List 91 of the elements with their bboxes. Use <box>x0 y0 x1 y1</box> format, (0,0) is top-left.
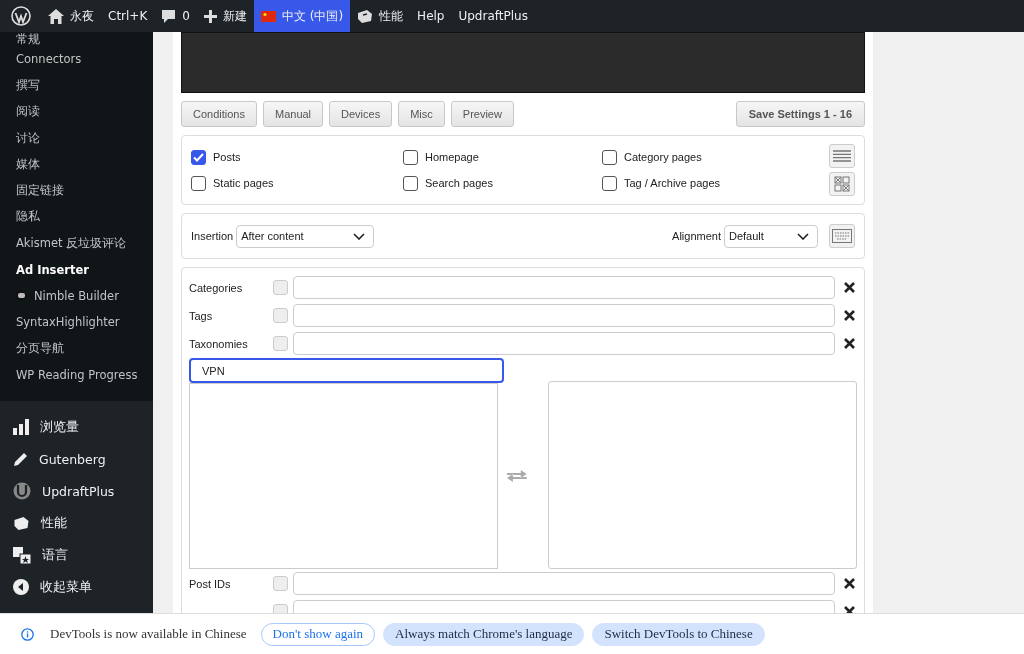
admin-bar-item[interactable]: Help <box>410 0 452 32</box>
checkbox[interactable] <box>191 149 206 165</box>
admin-bar-item[interactable]: 0 <box>154 0 197 32</box>
tab-button[interactable]: Manual <box>263 101 324 127</box>
admin-bar-item[interactable]: Ctrl+K <box>101 0 155 32</box>
close-icon[interactable] <box>844 310 855 321</box>
keyboard-icon <box>832 229 852 243</box>
submenu-item[interactable]: 固定链接 <box>0 177 153 204</box>
tab-button[interactable]: Conditions <box>181 101 257 127</box>
box-icon <box>13 515 30 531</box>
updraft-icon <box>13 482 31 500</box>
submenu-item[interactable]: 分页导航 <box>0 335 153 362</box>
admin-bar-item[interactable]: 新建 <box>196 0 254 32</box>
admin-bar-item[interactable]: UpdraftPlus <box>451 0 535 32</box>
home-icon <box>48 8 64 24</box>
grid-icon <box>834 176 850 192</box>
checkbox[interactable] <box>403 175 418 191</box>
close-icon[interactable] <box>844 282 855 293</box>
checkbox-label: Posts <box>213 151 241 163</box>
input-field[interactable] <box>293 332 835 355</box>
submenu-item[interactable]: 常规 <box>0 32 153 46</box>
wordpress-logo-icon <box>11 6 31 26</box>
admin-bar-item[interactable]: 永夜 <box>41 0 101 32</box>
filter-label: Categories <box>189 281 244 294</box>
submenu-item[interactable]: WP Reading Progress <box>0 361 153 388</box>
submenu-item[interactable]: Connectors <box>0 46 153 73</box>
collapse-icon <box>13 579 29 595</box>
search-field[interactable]: VPN <box>189 358 504 383</box>
submenu-item[interactable]: Ad Inserter <box>0 256 153 283</box>
translate-icon <box>13 546 31 564</box>
submenu-item[interactable]: 隐私 <box>0 203 153 231</box>
filter-label: Taxonomies <box>189 337 249 350</box>
checkbox[interactable] <box>602 149 617 165</box>
alignment-dropdown[interactable]: Default <box>724 224 818 248</box>
robot-icon <box>16 290 27 302</box>
submenu-item[interactable]: 媒体 <box>0 151 153 178</box>
chevron-icon <box>353 232 366 240</box>
notification-button[interactable]: Don't show again <box>260 622 376 646</box>
close-icon[interactable] <box>844 338 855 349</box>
checkmark-icon <box>193 152 204 162</box>
close-icon[interactable] <box>844 578 855 589</box>
checkbox-label: Search pages <box>425 177 493 189</box>
checkbox[interactable] <box>191 175 206 191</box>
notification-message: DevTools is now available in Chinese <box>50 626 247 642</box>
input-field[interactable] <box>293 572 835 595</box>
keyboard-button[interactable] <box>829 224 855 248</box>
checkbox[interactable] <box>403 149 418 165</box>
submenu-item[interactable]: 阅读 <box>0 98 153 125</box>
list-icon <box>833 150 851 162</box>
pencil-icon <box>13 451 28 467</box>
save-button[interactable]: Save Settings 1 - 16 <box>735 101 865 127</box>
info-icon <box>21 627 34 641</box>
submenu-item[interactable]: 撰写 <box>0 72 153 99</box>
notification-button[interactable]: Switch DevTools to Chinese <box>592 622 765 646</box>
checkbox-label: Static pages <box>213 177 274 189</box>
checkbox-label: Tag / Archive pages <box>624 177 720 189</box>
checkbox-label: Category pages <box>624 151 702 163</box>
plus-icon <box>203 9 217 23</box>
submenu-item[interactable]: Akismet 反垃圾评论 <box>0 230 153 257</box>
input-field[interactable] <box>293 304 835 327</box>
admin-bar-item[interactable]: 性能 <box>350 0 411 32</box>
list-view-button[interactable] <box>829 144 855 168</box>
checkbox-label: Homepage <box>425 151 479 163</box>
submenu-item[interactable]: 讨论 <box>0 124 153 152</box>
chevron-icon <box>797 232 809 240</box>
alignment-label: Alignment <box>672 230 721 242</box>
speech-bubble-icon <box>161 8 177 24</box>
menu-item[interactable]: Gutenberg <box>0 443 153 475</box>
insertion-dropdown[interactable]: After content <box>236 224 375 248</box>
box-icon <box>357 8 374 24</box>
admin-bar-item[interactable]: 中文 (中国) <box>253 0 351 32</box>
submenu-item[interactable]: SyntaxHighlighter <box>0 308 153 336</box>
checkbox[interactable] <box>602 175 617 191</box>
menu-item[interactable]: 语言 <box>0 539 153 571</box>
menu-item[interactable]: UpdraftPlus <box>0 475 153 507</box>
menu-item[interactable]: 浏览量 <box>0 411 153 443</box>
menu-item[interactable]: 性能 <box>0 507 153 539</box>
insertion-label: Insertion <box>191 230 234 242</box>
filter-label: Tags <box>189 309 214 322</box>
menu-item[interactable]: 收起菜单 <box>0 571 153 603</box>
input-field[interactable] <box>293 276 835 299</box>
grid-view-button[interactable] <box>829 172 855 196</box>
tab-button[interactable]: Preview <box>450 101 514 127</box>
submenu-item[interactable]: Nimble Builder <box>0 282 153 309</box>
filter-label: Post IDs <box>189 577 232 590</box>
swap-arrows-icon[interactable] <box>507 469 527 483</box>
flag-icon <box>260 10 276 22</box>
tab-button[interactable]: Misc <box>398 101 445 127</box>
notification-button[interactable]: Always match Chrome's language <box>383 622 585 646</box>
tab-button[interactable]: Devices <box>329 101 393 127</box>
bar-chart-icon <box>13 419 29 435</box>
